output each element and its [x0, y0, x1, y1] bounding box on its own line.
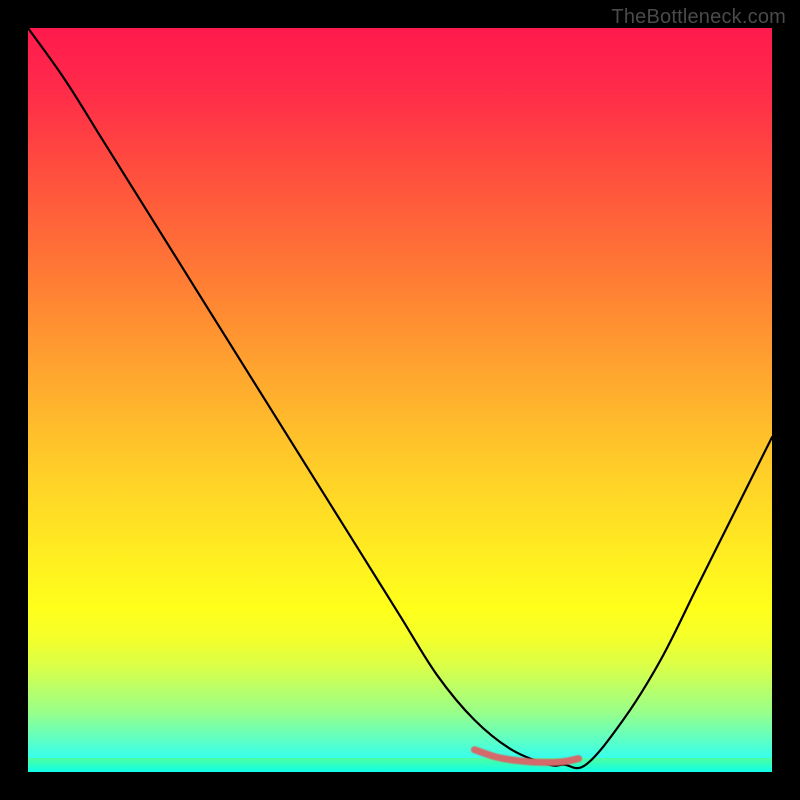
bottleneck-curve: [28, 28, 772, 768]
curve-svg: [28, 28, 772, 772]
watermark-text: TheBottleneck.com: [611, 6, 786, 29]
chart-frame: TheBottleneck.com: [0, 0, 800, 800]
plot-area: [28, 28, 772, 772]
